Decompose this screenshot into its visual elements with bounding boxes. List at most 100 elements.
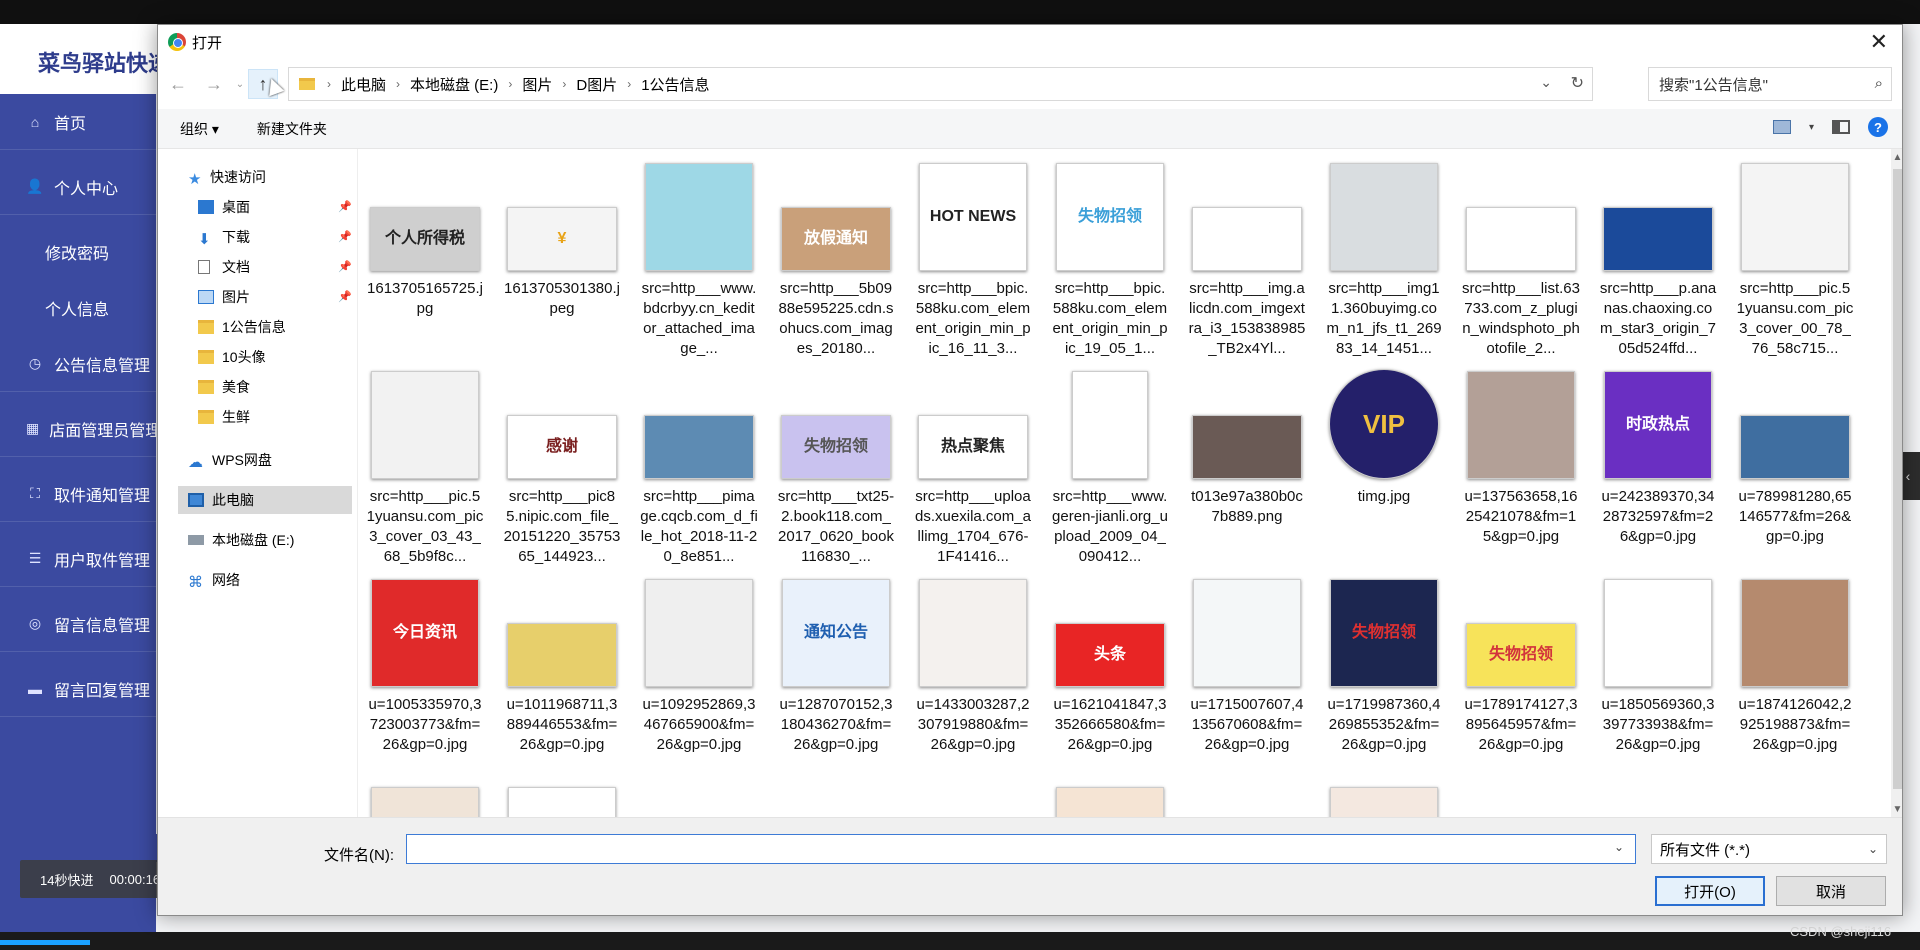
back-button[interactable]: ← — [160, 66, 196, 102]
sidebar-item[interactable]: ◷ 公告信息管理 — [0, 336, 156, 392]
file-item[interactable]: 热点聚焦 src=http___uploads.xuexila.com_allim… — [910, 367, 1036, 567]
file-item[interactable] — [773, 783, 899, 817]
help-icon[interactable]: ? — [1868, 117, 1888, 137]
cancel-button[interactable]: 取消 — [1776, 876, 1886, 906]
file-item[interactable]: u=137563658,1625421078&fm=15&gp=0.jpg — [1458, 367, 1584, 547]
nav-item[interactable]: ⬇ 下载 — [198, 223, 250, 251]
filename-input[interactable] — [406, 834, 1636, 864]
file-item[interactable] — [1184, 783, 1310, 817]
nav-item[interactable]: 本地磁盘 (E:) — [188, 526, 294, 554]
sidebar-item[interactable]: ⌂ 首页 — [0, 94, 156, 150]
preview-pane-icon[interactable] — [1832, 120, 1850, 134]
recent-dropdown[interactable]: ⌄ — [232, 66, 248, 102]
file-item[interactable]: src=http___img11.360buyimg.com_n1_jfs_t1… — [1321, 159, 1447, 359]
breadcrumb-item[interactable]: D图片 — [576, 74, 617, 95]
search-icon[interactable]: ⌕ — [1875, 75, 1883, 92]
file-item[interactable]: u=1092952869,3467665900&fm=26&gp=0.jpg — [636, 575, 762, 755]
file-item[interactable]: src=http___p.ananas.chaoxing.com_star3_o… — [1595, 159, 1721, 359]
file-item[interactable]: t013e97a380b0c7b889.png — [1184, 367, 1310, 527]
file-item[interactable]: 失物招领 u=1719987360,4269855352&fm=26&gp=0.j… — [1321, 575, 1447, 755]
sidebar-item[interactable]: ◎ 留言信息管理 — [0, 596, 156, 652]
nav-item[interactable]: 文档 — [198, 253, 250, 281]
breadcrumb-item[interactable]: 此电脑 — [341, 74, 386, 95]
chevron-right-icon[interactable]: › — [327, 77, 331, 91]
chevron-right-icon[interactable]: › — [508, 77, 512, 91]
file-item[interactable]: u=789981280,65146577&fm=26&gp=0.jpg — [1732, 367, 1858, 547]
file-item[interactable]: u=1433003287,2307919880&fm=26&gp=0.jpg — [910, 575, 1036, 755]
sidebar-item[interactable]: 👤 个人中心 — [0, 159, 156, 215]
file-item[interactable]: u=1874126042,2925198873&fm=26&gp=0.jpg — [1732, 575, 1858, 755]
file-item[interactable]: src=http___pimage.cqcb.com_d_file_hot_20… — [636, 367, 762, 567]
file-item[interactable]: 时政热点 u=242389370,3428732597&fm=26&gp=0.jp… — [1595, 367, 1721, 547]
nav-item[interactable]: 此电脑 — [178, 486, 352, 514]
file-item[interactable]: src=http___img.alicdn.com_imgextra_i3_15… — [1184, 159, 1310, 359]
nav-item[interactable]: 1公告信息 — [198, 313, 286, 341]
file-item[interactable]: u=1850569360,3397733938&fm=26&gp=0.jpg — [1595, 575, 1721, 755]
breadcrumb-item[interactable]: 1公告信息 — [641, 74, 709, 95]
organize-button[interactable]: 组织 ▾ — [180, 119, 219, 139]
breadcrumb-item[interactable]: 图片 — [522, 74, 552, 95]
file-item[interactable]: 头条 u=1621041847,3352666580&fm=26&gp=0.jpg — [1047, 575, 1173, 755]
file-item[interactable]: Thank You — [499, 783, 625, 817]
chevron-down-icon[interactable]: ⌄ — [1540, 74, 1552, 91]
nav-item[interactable]: 10头像 — [198, 343, 266, 371]
file-item[interactable]: src=http___list.63733.com_z_plugin_winds… — [1458, 159, 1584, 359]
search-input[interactable]: 搜索"1公告信息" ⌕ — [1648, 67, 1892, 101]
scroll-up-icon[interactable]: ▲ — [1891, 149, 1902, 165]
file-type-select[interactable]: 所有文件 (*.*) ⌄ — [1651, 834, 1887, 864]
file-item[interactable]: src=http___www.bdcrbyy.cn_keditor_attach… — [636, 159, 762, 359]
nav-item[interactable]: ★ 快速访问 — [188, 163, 266, 191]
file-item[interactable]: src=http___pic.51yuansu.com_pic3_cover_0… — [362, 367, 488, 567]
file-item[interactable]: 放假通知 src=http___5b0988e595225.cdn.sohucs.… — [773, 159, 899, 359]
chevron-down-icon[interactable]: ▾ — [1809, 122, 1814, 133]
address-bar[interactable]: › 此电脑 › 本地磁盘 (E:) › 图片 › D图片 › 1公告信息 ⌄ ↻ — [288, 67, 1593, 101]
forward-button[interactable]: → — [196, 66, 232, 102]
file-item[interactable]: 今日资讯 u=1005335970,3723003773&fm=26&gp=0.j… — [362, 575, 488, 755]
file-item[interactable]: ¥1613705301380.jpeg — [499, 159, 625, 319]
nav-item[interactable]: 桌面 — [198, 193, 250, 221]
chevron-down-icon[interactable]: ⌄ — [1614, 840, 1624, 854]
file-item[interactable]: VIP timg.jpg — [1321, 367, 1447, 507]
file-item[interactable]: 失物招领 src=http___txt25-2.book118.com_2017_… — [773, 367, 899, 567]
open-button[interactable]: 打开(O) — [1655, 876, 1765, 906]
refresh-icon[interactable]: ↻ — [1571, 73, 1584, 93]
sidebar-item[interactable]: ▬ 留言回复管理 — [0, 661, 156, 717]
file-item[interactable]: HOT NEWS src=http___bpic.588ku.com_elemen… — [910, 159, 1036, 359]
nav-item[interactable]: 图片 — [198, 283, 250, 311]
file-item[interactable]: u=1715007607,4135670608&fm=26&gp=0.jpg — [1184, 575, 1310, 755]
file-item[interactable]: 个人所得税 1613705165725.jpg — [362, 159, 488, 319]
scroll-down-icon[interactable]: ▼ — [1891, 801, 1902, 817]
sidebar-item[interactable]: ⛶ 取件通知管理 — [0, 466, 156, 522]
file-item[interactable] — [1321, 783, 1447, 817]
scroll-thumb[interactable] — [1893, 169, 1902, 789]
file-item[interactable]: 失物招领 u=1789174127,3895645957&fm=26&gp=0.j… — [1458, 575, 1584, 755]
chevron-right-icon[interactable]: › — [562, 77, 566, 91]
nav-item[interactable]: 生鲜 — [198, 403, 250, 431]
chevron-right-icon[interactable]: › — [627, 77, 631, 91]
nav-item[interactable]: 美食 — [198, 373, 250, 401]
file-name: u=1433003287,2307919880&fm=26&gp=0.jpg — [916, 696, 1030, 753]
nav-item[interactable]: ☁ WPS网盘 — [188, 446, 272, 474]
sidebar-item[interactable]: ▦ 店面管理员管理 — [0, 401, 156, 457]
view-mode-icon[interactable] — [1772, 120, 1791, 134]
file-item[interactable]: 通知公告 u=1287070152,3180436270&fm=26&gp=0.j… — [773, 575, 899, 755]
chevron-right-icon[interactable]: › — [396, 77, 400, 91]
sidebar-item[interactable]: ☰ 用户取件管理 — [0, 531, 156, 587]
file-item[interactable] — [1047, 783, 1173, 817]
file-item[interactable]: u=1011968711,3889446553&fm=26&gp=0.jpg — [499, 575, 625, 755]
file-item[interactable] — [362, 783, 488, 817]
file-item[interactable]: src=http___www.geren-jianli.org_upload_2… — [1047, 367, 1173, 567]
close-icon[interactable]: ✕ — [1870, 29, 1888, 55]
sidebar-item[interactable]: 修改密码 — [0, 224, 156, 280]
image-thumbnail — [1740, 415, 1850, 479]
file-item[interactable]: src=http___pic.51yuansu.com_pic3_cover_0… — [1732, 159, 1858, 359]
file-item[interactable] — [636, 783, 762, 817]
file-item[interactable]: 感谢 src=http___pic85.nipic.com_file_201512… — [499, 367, 625, 567]
breadcrumb-item[interactable]: 本地磁盘 (E:) — [410, 74, 498, 95]
sidebar-item[interactable]: 个人信息 — [0, 280, 156, 336]
new-folder-button[interactable]: 新建文件夹 — [257, 119, 327, 139]
file-item[interactable]: 失物招领 src=http___bpic.588ku.com_element_or… — [1047, 159, 1173, 359]
vertical-scrollbar[interactable]: ▲ ▼ — [1891, 149, 1902, 817]
nav-item[interactable]: ⌘ 网络 — [188, 566, 240, 594]
file-item[interactable] — [910, 783, 1036, 817]
